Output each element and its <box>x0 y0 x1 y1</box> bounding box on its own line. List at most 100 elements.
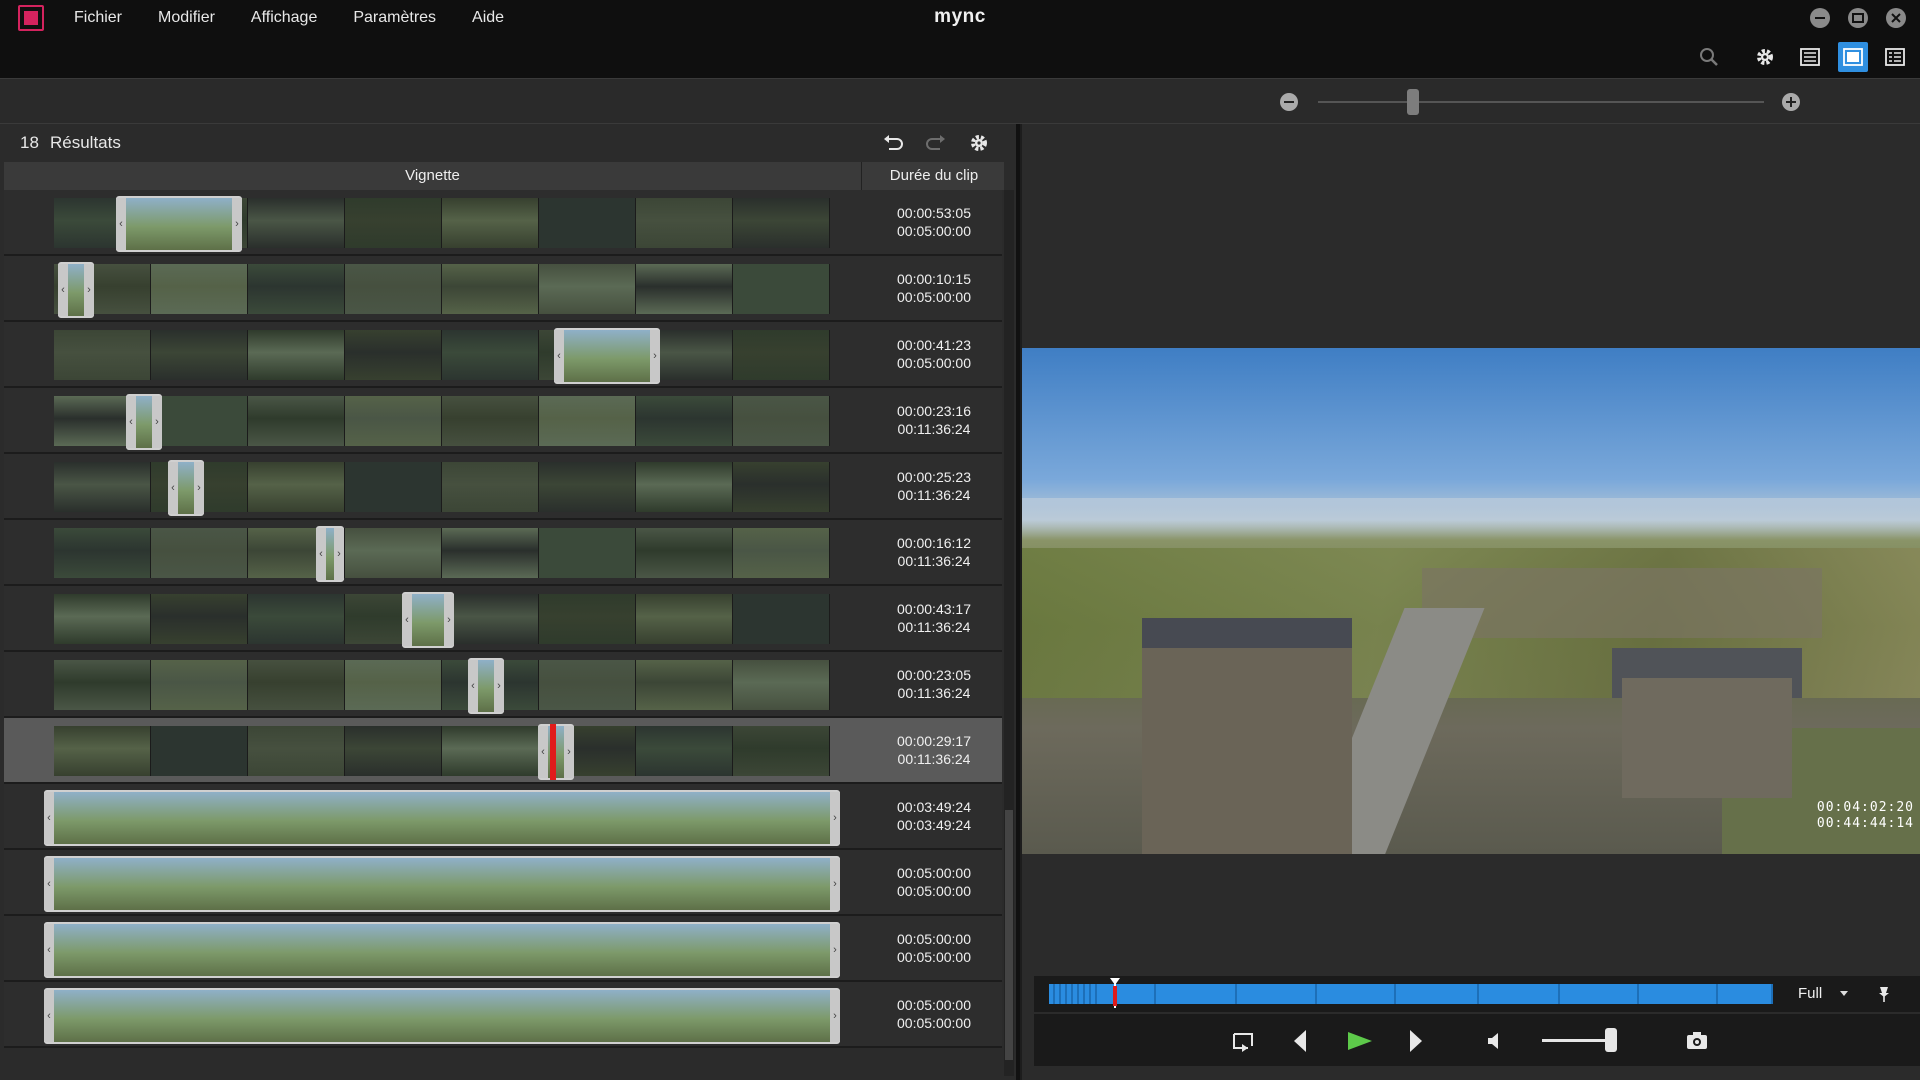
video-preview[interactable] <box>1022 348 1920 854</box>
clip-trim-range[interactable]: ‹ › <box>468 658 504 714</box>
trim-in-handle[interactable]: ‹ <box>58 264 68 316</box>
zoom-slider-thumb[interactable] <box>1407 89 1420 115</box>
settings-gear-icon[interactable] <box>1750 42 1780 72</box>
clip-row[interactable]: ‹ › 00:00:16:12 00:11:36:24 <box>4 520 1002 586</box>
play-icon[interactable] <box>1344 1026 1374 1056</box>
trim-selection <box>54 990 830 1042</box>
restore-icon[interactable] <box>1848 8 1868 28</box>
close-icon[interactable] <box>1886 8 1906 28</box>
search-icon[interactable] <box>1694 42 1724 72</box>
trim-in-handle[interactable]: ‹ <box>44 858 54 910</box>
trim-out-handle[interactable]: › <box>494 660 504 712</box>
thumbnail-frame <box>442 528 539 578</box>
trim-in-handle[interactable]: ‹ <box>44 792 54 844</box>
clip-trim-range[interactable]: ‹ › <box>168 460 204 516</box>
trim-in-handle[interactable]: ‹ <box>44 924 54 976</box>
clip-thumbnail-strip[interactable] <box>54 660 830 710</box>
next-frame-icon[interactable] <box>1400 1026 1430 1056</box>
list-view-icon[interactable] <box>1880 42 1910 72</box>
clip-row[interactable]: ‹ › 00:00:29:17 00:11:36:24 <box>4 718 1002 784</box>
results-scrollbar-thumb[interactable] <box>1005 810 1013 1060</box>
column-header-thumbnail[interactable]: Vignette <box>4 162 862 190</box>
clip-row[interactable]: ‹ › 00:05:00:00 00:05:00:00 <box>4 982 1002 1048</box>
trim-out-handle[interactable]: › <box>84 264 94 316</box>
clip-trim-range[interactable]: ‹ › <box>58 262 94 318</box>
trim-in-handle[interactable]: ‹ <box>538 726 548 778</box>
trim-out-handle[interactable]: › <box>334 528 344 580</box>
trim-out-handle[interactable]: › <box>444 594 454 646</box>
clip-row[interactable]: ‹ › 00:05:00:00 00:05:00:00 <box>4 850 1002 916</box>
chevron-down-icon[interactable] <box>1840 991 1848 996</box>
clip-row[interactable]: ‹ › 00:00:23:05 00:11:36:24 <box>4 652 1002 718</box>
thumbnail-frame <box>248 330 345 380</box>
trim-out-handle[interactable]: › <box>564 726 574 778</box>
clip-thumbnail-strip[interactable] <box>54 726 830 776</box>
minimize-icon[interactable] <box>1810 8 1830 28</box>
trim-in-handle[interactable]: ‹ <box>44 990 54 1042</box>
trim-in-handle[interactable]: ‹ <box>316 528 326 580</box>
clip-trim-range[interactable]: ‹ › <box>116 196 242 252</box>
trim-out-handle[interactable]: › <box>650 330 660 382</box>
clip-duration-value: 00:05:00:00 <box>897 865 971 881</box>
previous-frame-icon[interactable] <box>1286 1026 1316 1056</box>
snapshot-camera-icon[interactable] <box>1682 1026 1712 1056</box>
redo-icon[interactable] <box>923 130 949 156</box>
clip-thumbnail-strip[interactable] <box>54 330 830 380</box>
volume-icon[interactable] <box>1482 1026 1512 1056</box>
zoom-slider-track[interactable] <box>1318 101 1764 103</box>
clip-thumbnail-strip[interactable] <box>54 264 830 314</box>
source-duration-value: 00:05:00:00 <box>897 1015 971 1031</box>
column-header-duration[interactable]: Durée du clip <box>864 162 1004 190</box>
clip-row[interactable]: ‹ › 00:03:49:24 00:03:49:24 <box>4 784 1002 850</box>
trim-out-handle[interactable]: › <box>830 858 840 910</box>
thumbnail-frame <box>345 528 442 578</box>
trim-out-handle[interactable]: › <box>194 462 204 514</box>
trim-in-handle[interactable]: ‹ <box>468 660 478 712</box>
clip-row[interactable]: ‹ › 00:00:10:15 00:05:00:00 <box>4 256 1002 322</box>
thumbnail-frame <box>539 462 636 512</box>
pin-icon[interactable] <box>1874 984 1894 1004</box>
clip-trim-range[interactable]: ‹ › <box>554 328 660 384</box>
clip-row[interactable]: ‹ › 00:00:23:16 00:11:36:24 <box>4 388 1002 454</box>
loop-icon[interactable] <box>1228 1026 1258 1056</box>
details-view-icon[interactable] <box>1795 42 1825 72</box>
clip-trim-range[interactable]: ‹ › <box>538 724 574 780</box>
clip-thumbnail-strip[interactable] <box>54 396 830 446</box>
clip-trim-range[interactable]: ‹ › <box>44 988 840 1044</box>
clip-trim-range[interactable]: ‹ › <box>44 856 840 912</box>
clip-row[interactable]: ‹ › 00:00:41:23 00:05:00:00 <box>4 322 1002 388</box>
trim-out-handle[interactable]: › <box>830 792 840 844</box>
quality-select[interactable]: Full <box>1798 976 1858 1012</box>
clip-trim-range[interactable]: ‹ › <box>44 790 840 846</box>
clip-row[interactable]: ‹ › 00:00:25:23 00:11:36:24 <box>4 454 1002 520</box>
trim-out-handle[interactable]: › <box>830 990 840 1042</box>
zoom-bar <box>0 78 1920 124</box>
clip-thumbnail-strip[interactable] <box>54 528 830 578</box>
clip-row[interactable]: ‹ › 00:00:43:17 00:11:36:24 <box>4 586 1002 652</box>
trim-out-handle[interactable]: › <box>232 198 242 250</box>
clip-trim-range[interactable]: ‹ › <box>126 394 162 450</box>
clip-row[interactable]: ‹ › 00:05:00:00 00:05:00:00 <box>4 916 1002 982</box>
preview-view-icon[interactable] <box>1838 42 1868 72</box>
volume-slider-thumb[interactable] <box>1604 1028 1617 1052</box>
clip-row[interactable]: ‹ › 00:00:53:05 00:05:00:00 <box>4 190 1002 256</box>
settings-gear-icon[interactable] <box>966 130 992 156</box>
trim-in-handle[interactable]: ‹ <box>126 396 136 448</box>
timecode-overlay: 00:04:02:20 00:44:44:14 <box>1778 800 1914 832</box>
undo-icon[interactable] <box>880 130 906 156</box>
zoom-out-icon[interactable] <box>1280 93 1298 111</box>
results-scrollbar[interactable] <box>1004 190 1014 1076</box>
clip-trim-range[interactable]: ‹ › <box>316 526 344 582</box>
scrubber-playhead[interactable] <box>1110 978 1121 1008</box>
zoom-in-icon[interactable] <box>1782 93 1800 111</box>
clip-playhead[interactable] <box>550 724 556 780</box>
trim-in-handle[interactable]: ‹ <box>168 462 178 514</box>
trim-in-handle[interactable]: ‹ <box>116 198 126 250</box>
trim-in-handle[interactable]: ‹ <box>402 594 412 646</box>
trim-out-handle[interactable]: › <box>152 396 162 448</box>
scrubber-track[interactable] <box>1049 984 1773 1004</box>
trim-in-handle[interactable]: ‹ <box>554 330 564 382</box>
trim-out-handle[interactable]: › <box>830 924 840 976</box>
clip-trim-range[interactable]: ‹ › <box>402 592 454 648</box>
clip-trim-range[interactable]: ‹ › <box>44 922 840 978</box>
